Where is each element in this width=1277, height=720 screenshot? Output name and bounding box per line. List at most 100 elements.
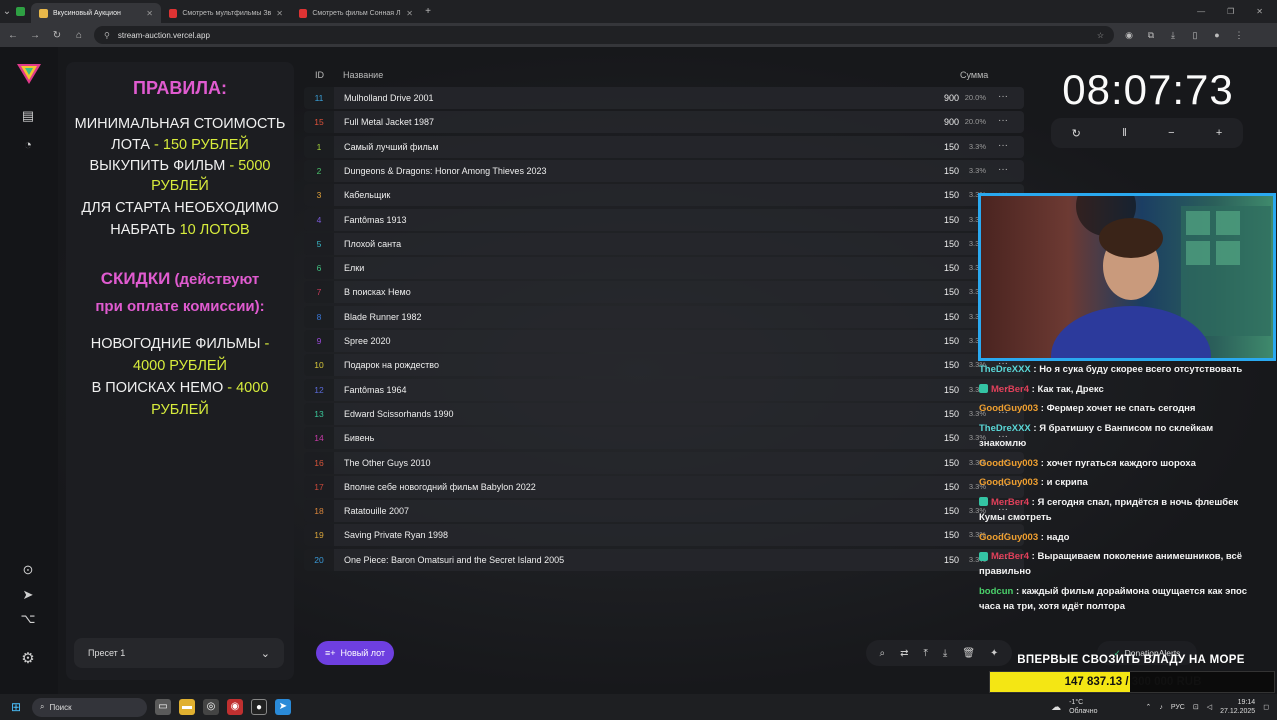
- sidebar-icon[interactable]: ▯: [1188, 30, 1202, 41]
- table-row[interactable]: 16 The Other Guys 2010 150 3.3% ···: [304, 451, 1024, 474]
- table-row[interactable]: 3Кабельщик1503.3%···: [304, 184, 1024, 207]
- extensions-puzzle-icon[interactable]: ⧉: [1144, 30, 1158, 41]
- table-row[interactable]: 1 Самый лучший фильм 150 3.3% ···: [304, 135, 1024, 158]
- lot-amount[interactable]: 900: [944, 87, 959, 109]
- lot-amount[interactable]: 150: [944, 257, 959, 279]
- close-icon[interactable]: ✕: [406, 9, 413, 18]
- reset-timer-icon[interactable]: ↻: [1072, 127, 1081, 140]
- table-row[interactable]: 18 Ratatouille 2007 150 3.3% ···: [304, 500, 1024, 523]
- lot-amount[interactable]: 150: [944, 354, 959, 376]
- chat-username[interactable]: TheDreXXX: [979, 423, 1031, 434]
- lot-amount[interactable]: 150: [944, 184, 959, 206]
- lot-amount[interactable]: 150: [944, 281, 959, 303]
- table-row[interactable]: 4Fantômas 19131503.3%···: [304, 208, 1024, 231]
- list-view-icon[interactable]: ▤: [19, 107, 37, 125]
- more-options-icon[interactable]: ···: [998, 87, 1008, 107]
- lot-amount[interactable]: 150: [944, 160, 959, 182]
- lot-amount[interactable]: 150: [944, 209, 959, 231]
- table-row[interactable]: 20 One Piece: Baron Omatsuri and the Secr…: [304, 548, 1024, 571]
- table-row[interactable]: 7В поисках Немо1503.3%···: [304, 281, 1024, 304]
- lot-amount[interactable]: 150: [944, 476, 959, 498]
- chat-username[interactable]: MerBer4: [991, 551, 1029, 562]
- maximize-icon[interactable]: ❐: [1227, 7, 1234, 16]
- more-options-icon[interactable]: ···: [998, 160, 1008, 180]
- lot-amount[interactable]: 150: [944, 452, 959, 474]
- table-row[interactable]: 19 Saving Private Ryan 1998 150 3.3% ···: [304, 524, 1024, 547]
- tab-list-icon[interactable]: ⌄: [0, 6, 14, 17]
- lot-amount[interactable]: 150: [944, 500, 959, 522]
- lot-amount[interactable]: 150: [944, 330, 959, 352]
- microphone-icon[interactable]: ♪: [1159, 704, 1163, 711]
- sheets-tab-icon[interactable]: [16, 7, 25, 16]
- table-row[interactable]: 17 Вполне себе новогодний фильм Babylon 2…: [304, 475, 1024, 498]
- download-icon[interactable]: ⤓: [943, 648, 947, 659]
- chat-username[interactable]: MerBer4: [991, 384, 1029, 395]
- tab-auction[interactable]: Вкусиновый Аукцион ✕: [31, 3, 161, 23]
- obs-icon[interactable]: ●: [251, 699, 267, 715]
- chat-username[interactable]: bodcun: [979, 586, 1013, 597]
- table-row[interactable]: 2 Dungeons & Dragons: Honor Among Thieves…: [304, 159, 1024, 182]
- task-view-icon[interactable]: ▭: [155, 699, 171, 715]
- bookmark-star-icon[interactable]: ☆: [1097, 31, 1104, 40]
- table-row[interactable]: 13 Edward Scissorhands 1990 150 3.3% ···: [304, 402, 1024, 425]
- shuffle-icon[interactable]: ⇄: [900, 648, 908, 659]
- lot-amount[interactable]: 150: [944, 427, 959, 449]
- settings-gear-icon[interactable]: ⚙: [19, 650, 37, 668]
- table-row[interactable]: 5Плохой санта1503.3%···: [304, 232, 1024, 255]
- chat-username[interactable]: GoodGuy003: [979, 477, 1038, 488]
- lot-amount[interactable]: 150: [944, 233, 959, 255]
- volume-icon[interactable]: ◁: [1207, 703, 1212, 711]
- table-row[interactable]: 8Blade Runner 19821503.3%···: [304, 305, 1024, 328]
- telegram-icon[interactable]: ➤: [19, 586, 37, 604]
- tab-sleepy-hollow[interactable]: Смотреть фильм Сонная Лощи ✕: [291, 3, 421, 23]
- reload-icon[interactable]: ↻: [50, 30, 64, 41]
- lot-amount[interactable]: 150: [944, 379, 959, 401]
- lot-amount[interactable]: 150: [944, 524, 959, 546]
- weather-widget[interactable]: -1°C Облачно: [1069, 698, 1097, 716]
- preset-select[interactable]: Пресет 1 ⌄: [74, 638, 284, 668]
- more-options-icon[interactable]: ···: [998, 111, 1008, 131]
- download-icon[interactable]: ⤓: [1166, 30, 1180, 41]
- chat-username[interactable]: MerBer4: [991, 497, 1029, 508]
- forward-icon[interactable]: →: [28, 30, 42, 41]
- close-icon[interactable]: ✕: [146, 9, 153, 18]
- browser-menu-icon[interactable]: ⋮: [1232, 30, 1246, 41]
- lot-amount[interactable]: 900: [944, 111, 959, 133]
- close-icon[interactable]: ✕: [276, 9, 283, 18]
- table-row[interactable]: 9Spree 20201503.3%···: [304, 330, 1024, 352]
- pause-icon[interactable]: ‖: [1122, 127, 1127, 139]
- network-icon[interactable]: ⊡: [1193, 703, 1199, 711]
- keyboard-language[interactable]: РУС: [1171, 704, 1185, 711]
- home-icon[interactable]: ⌂: [72, 30, 86, 41]
- table-row[interactable]: 6Елки1503.3%···: [304, 257, 1024, 280]
- minus-time-icon[interactable]: −: [1168, 127, 1174, 139]
- chrome-icon[interactable]: ◉: [227, 699, 243, 715]
- lot-amount[interactable]: 150: [944, 306, 959, 328]
- clock[interactable]: 19:14 27.12.2025: [1220, 698, 1255, 716]
- lot-amount[interactable]: 150: [944, 136, 959, 158]
- trash-icon[interactable]: 🗑: [962, 648, 975, 659]
- chat-username[interactable]: GoodGuy003: [979, 458, 1038, 469]
- more-options-icon[interactable]: ···: [998, 136, 1008, 156]
- app-icon[interactable]: ◎: [203, 699, 219, 715]
- table-row[interactable]: 11 Mulholland Drive 2001 900 20.0% ···: [304, 87, 1024, 109]
- taskbar-search[interactable]: ⌕ Поиск: [32, 697, 147, 717]
- chat-username[interactable]: TheDreXXX: [979, 364, 1031, 375]
- github-icon[interactable]: ⌥: [19, 610, 37, 628]
- notification-bell-icon[interactable]: ◻: [1263, 703, 1269, 711]
- profile-avatar-icon[interactable]: ●: [1210, 30, 1224, 40]
- minimize-icon[interactable]: —: [1197, 7, 1205, 16]
- table-row[interactable]: 10 Подарок на рождество 150 3.3% ···: [304, 354, 1024, 377]
- chat-username[interactable]: GoodGuy003: [979, 532, 1038, 543]
- telegram-taskbar-icon[interactable]: ➤: [275, 699, 291, 715]
- back-icon[interactable]: ←: [6, 30, 20, 41]
- window-close-icon[interactable]: ✕: [1256, 7, 1263, 16]
- weather-icon[interactable]: ☁: [1051, 702, 1061, 713]
- url-field[interactable]: ⚲ stream-auction.vercel.app ☆: [94, 26, 1114, 44]
- table-row[interactable]: 12 Fantômas 1964 150 3.3% ···: [304, 378, 1024, 401]
- tab-cartoons[interactable]: Смотреть мультфильмы Звероп ✕: [161, 3, 291, 23]
- lot-amount[interactable]: 150: [944, 549, 959, 571]
- table-row[interactable]: 15 Full Metal Jacket 1987 900 20.0% ···: [304, 111, 1024, 134]
- stats-icon[interactable]: ◔: [19, 136, 37, 154]
- extension-icon[interactable]: ◉: [1122, 30, 1136, 41]
